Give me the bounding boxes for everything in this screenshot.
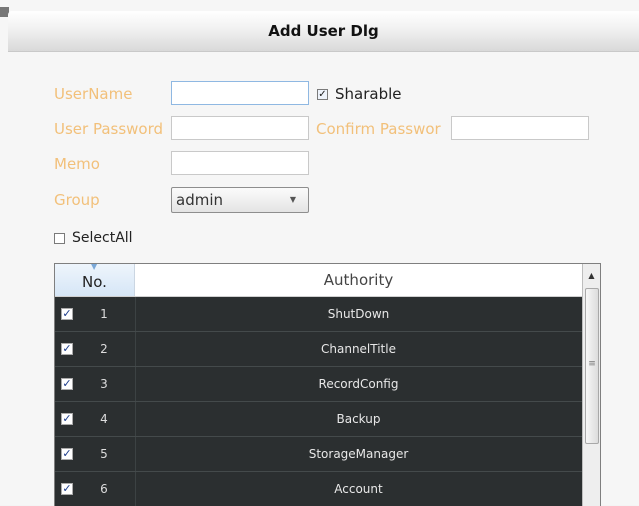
grip-icon: ≡ bbox=[588, 359, 596, 369]
table-row[interactable]: ✓ 1 ShutDown bbox=[55, 297, 582, 332]
row-number: 5 bbox=[100, 447, 108, 461]
select-all-checkbox[interactable] bbox=[54, 233, 65, 244]
confirm-password-input[interactable] bbox=[451, 116, 589, 140]
row-number: 4 bbox=[100, 412, 108, 426]
table-header: ▼ No. Authority bbox=[55, 264, 582, 297]
chevron-down-icon: ▼ bbox=[289, 195, 296, 204]
sort-caret-icon: ▼ bbox=[91, 263, 98, 271]
check-icon: ✓ bbox=[318, 89, 327, 100]
check-icon: ✓ bbox=[62, 412, 72, 425]
row-number: 1 bbox=[100, 307, 108, 321]
group-label: Group bbox=[54, 191, 100, 209]
column-header-no[interactable]: ▼ No. bbox=[55, 264, 135, 296]
scroll-up-icon[interactable]: ▲ bbox=[583, 264, 600, 288]
row-number: 3 bbox=[100, 377, 108, 391]
scrollbar-thumb[interactable]: ≡ bbox=[585, 288, 599, 444]
memo-input[interactable] bbox=[171, 151, 309, 175]
table-row[interactable]: ✓ 3 RecordConfig bbox=[55, 367, 582, 402]
check-icon: ✓ bbox=[62, 377, 72, 390]
row-checkbox[interactable]: ✓ bbox=[61, 413, 73, 425]
group-selected-value: admin bbox=[176, 191, 223, 209]
check-icon: ✓ bbox=[62, 307, 72, 320]
confirm-password-label: Confirm Passwor bbox=[316, 120, 441, 138]
row-authority: Account bbox=[334, 482, 383, 496]
user-password-label: User Password bbox=[54, 120, 164, 138]
row-number: 2 bbox=[100, 342, 108, 356]
row-authority: ShutDown bbox=[327, 307, 390, 321]
table-row[interactable]: ✓ 2 ChannelTitle bbox=[55, 332, 582, 367]
table-row[interactable]: ✓ 4 Backup bbox=[55, 402, 582, 437]
username-input[interactable] bbox=[171, 81, 309, 105]
dialog-titlebar[interactable]: Add User Dlg bbox=[8, 11, 639, 52]
check-icon: ✓ bbox=[62, 447, 72, 460]
column-header-authority[interactable]: Authority bbox=[135, 264, 582, 296]
select-all-label: SelectAll bbox=[72, 230, 133, 246]
row-checkbox[interactable]: ✓ bbox=[61, 343, 73, 355]
row-checkbox[interactable]: ✓ bbox=[61, 378, 73, 390]
authority-table: ▼ No. Authority ✓ 1 ShutDown ✓ 2 Channel… bbox=[54, 263, 601, 506]
memo-label: Memo bbox=[54, 155, 100, 173]
user-password-input[interactable] bbox=[171, 116, 309, 140]
row-authority: ChannelTitle bbox=[321, 342, 396, 356]
row-authority: Backup bbox=[336, 412, 381, 426]
add-user-dialog: Add User Dlg UserName ✓ Sharable User Pa… bbox=[0, 0, 639, 506]
vertical-scrollbar[interactable]: ▲ ≡ bbox=[582, 264, 600, 506]
row-checkbox[interactable]: ✓ bbox=[61, 308, 73, 320]
row-checkbox[interactable]: ✓ bbox=[61, 448, 73, 460]
username-label: UserName bbox=[54, 85, 133, 103]
check-icon: ✓ bbox=[62, 342, 72, 355]
row-authority: RecordConfig bbox=[318, 377, 399, 391]
group-dropdown[interactable]: admin ▼ bbox=[171, 187, 309, 213]
table-row[interactable]: ✓ 5 StorageManager bbox=[55, 437, 582, 472]
sharable-label: Sharable bbox=[335, 85, 402, 103]
table-body: ✓ 1 ShutDown ✓ 2 ChannelTitle ✓ 3 Record… bbox=[55, 297, 582, 506]
check-icon: ✓ bbox=[62, 482, 72, 495]
dialog-title: Add User Dlg bbox=[268, 22, 379, 40]
sharable-checkbox[interactable]: ✓ bbox=[317, 89, 328, 100]
row-checkbox[interactable]: ✓ bbox=[61, 483, 73, 495]
table-row[interactable]: ✓ 6 Account bbox=[55, 472, 582, 506]
row-number: 6 bbox=[100, 482, 108, 496]
row-authority: StorageManager bbox=[308, 447, 409, 461]
column-header-no-label: No. bbox=[82, 273, 107, 291]
